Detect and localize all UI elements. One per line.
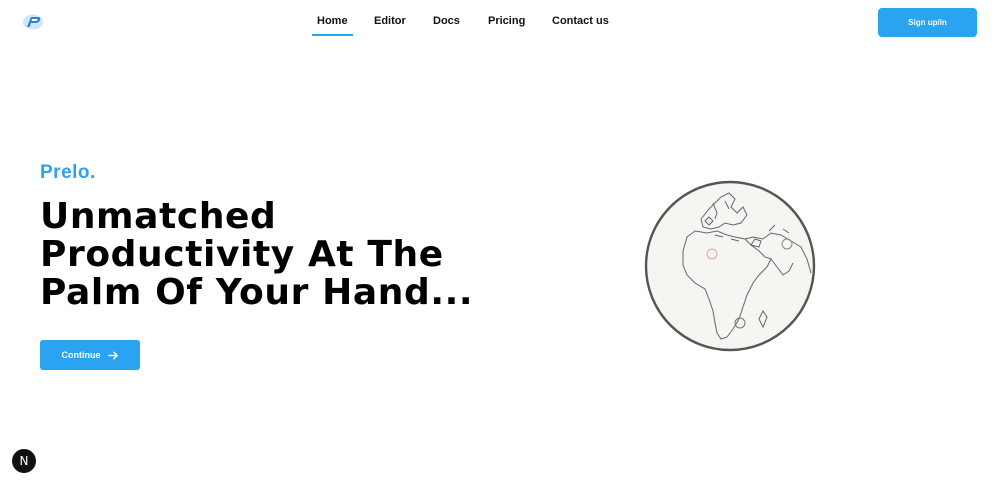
continue-label: Continue — [61, 350, 101, 360]
nav-pricing[interactable]: Pricing — [488, 15, 525, 27]
main-nav: Home Editor Docs Pricing Contact us — [0, 0, 1000, 44]
headline-line-3: Palm Of Your Hand... — [40, 272, 474, 313]
nav-contact[interactable]: Contact us — [552, 15, 609, 27]
signup-button[interactable]: Sign up/in — [878, 8, 977, 37]
globe-illustration — [644, 180, 816, 352]
hero-headline: Unmatched Productivity At The Palm Of Yo… — [40, 198, 500, 312]
brand-name: Prelo. — [40, 162, 96, 183]
nav-docs[interactable]: Docs — [433, 15, 460, 27]
next-badge-icon[interactable]: N — [12, 449, 36, 473]
headline-line-1: Unmatched — [40, 196, 277, 237]
headline-line-2: Productivity At The — [40, 234, 444, 275]
continue-button[interactable]: Continue — [40, 340, 140, 370]
nav-home[interactable]: Home — [312, 15, 353, 36]
arrow-right-icon — [107, 351, 118, 359]
nav-editor[interactable]: Editor — [374, 15, 406, 27]
